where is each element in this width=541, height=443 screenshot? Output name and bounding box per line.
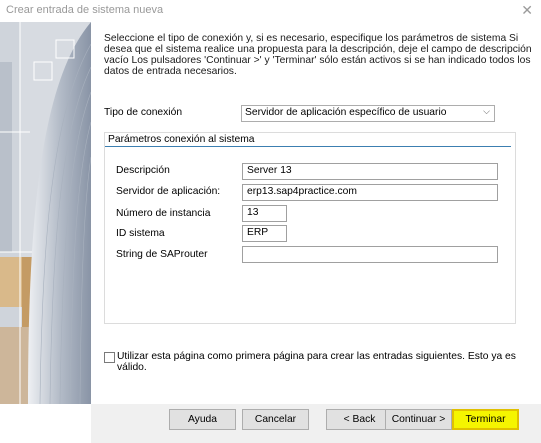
app-server-value: erp13.sap4practice.com <box>247 186 357 197</box>
close-icon[interactable]: ✕ <box>521 2 533 19</box>
first-page-checkbox[interactable] <box>104 352 115 363</box>
first-page-checkbox-label: Utilizar esta página como primera página… <box>117 351 516 373</box>
system-id-field[interactable]: ERP <box>242 225 287 242</box>
app-server-field[interactable]: erp13.sap4practice.com <box>242 184 498 201</box>
finish-button[interactable]: Terminar <box>452 409 519 430</box>
side-image <box>0 22 91 404</box>
building-illustration <box>0 22 91 404</box>
button-bar: Ayuda Cancelar < Back Continuar > Termin… <box>91 404 541 443</box>
main-panel: Seleccione el tipo de conexión y, si es … <box>91 22 541 404</box>
saprouter-label: String de SAProuter <box>116 249 208 260</box>
instance-number-value: 13 <box>247 207 259 218</box>
intro-text: Seleccione el tipo de conexión y, si es … <box>104 33 532 77</box>
back-button[interactable]: < Back <box>326 409 393 430</box>
group-divider <box>105 146 511 147</box>
instance-number-label: Número de instancia <box>116 208 211 219</box>
chevron-down-icon: ⌵ <box>483 106 490 116</box>
connection-type-label: Tipo de conexión <box>104 107 183 118</box>
instance-number-field[interactable]: 13 <box>242 205 287 222</box>
connection-type-select[interactable]: Servidor de aplicación específico de usu… <box>241 105 495 122</box>
system-id-label: ID sistema <box>116 228 165 239</box>
description-field[interactable]: Server 13 <box>242 163 498 180</box>
help-button[interactable]: Ayuda <box>169 409 236 430</box>
description-value: Server 13 <box>247 165 292 176</box>
connection-type-value: Servidor de aplicación específico de usu… <box>245 107 447 118</box>
title-bar: Crear entrada de sistema nueva ✕ <box>0 0 541 22</box>
connection-params-title: Parámetros conexión al sistema <box>108 134 255 145</box>
description-label: Descripción <box>116 165 170 176</box>
window-title: Crear entrada de sistema nueva <box>6 4 164 16</box>
connection-params-group: Parámetros conexión al sistema Descripci… <box>104 132 516 324</box>
cancel-button[interactable]: Cancelar <box>242 409 309 430</box>
app-server-label: Servidor de aplicación: <box>116 186 221 197</box>
system-id-value: ERP <box>247 227 269 238</box>
next-button[interactable]: Continuar > <box>385 409 452 430</box>
saprouter-field[interactable] <box>242 246 498 263</box>
